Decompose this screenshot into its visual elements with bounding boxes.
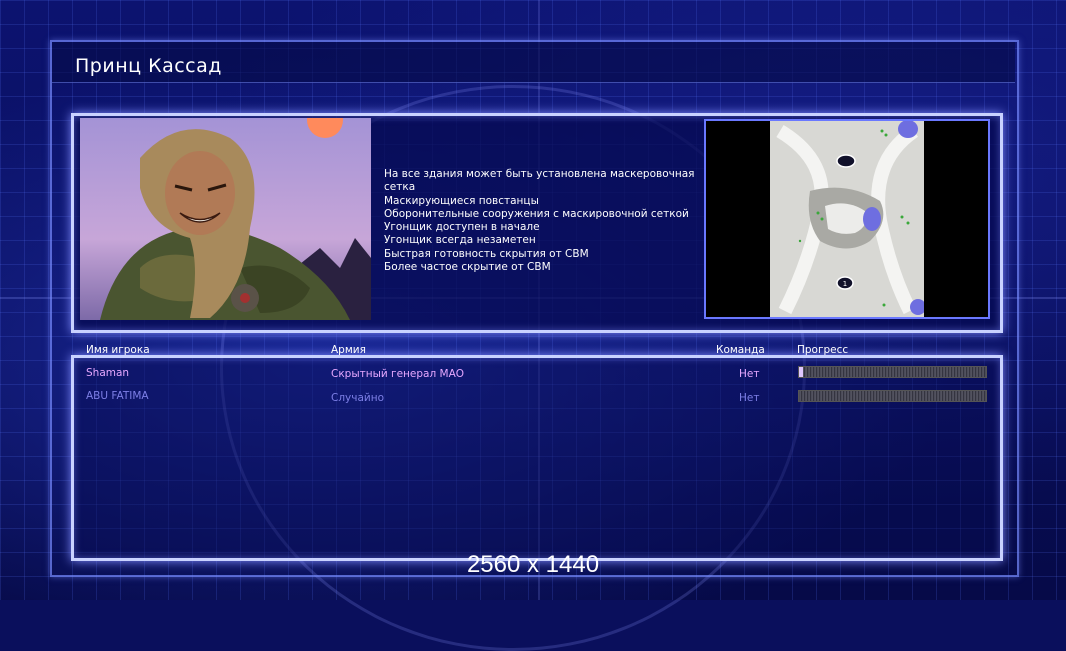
progress-bar-fill <box>799 367 803 377</box>
map-preview: 1 <box>704 119 990 319</box>
feature-line: Оборонительные сооружения с маскировочно… <box>384 207 689 220</box>
general-portrait <box>80 118 371 320</box>
general-features-list: На все здания может быть установлена мас… <box>384 168 699 274</box>
feature-line: На все здания может быть установлена мас… <box>384 168 695 180</box>
feature-line: Маскирующиеся повстанцы <box>384 194 539 207</box>
player-team: Нет <box>739 368 760 380</box>
progress-bar <box>798 390 987 402</box>
player-name: Shaman <box>86 367 130 379</box>
resolution-caption: 2560 x 1440 <box>466 551 600 578</box>
header-separator <box>76 356 994 357</box>
map-start-marker: 1 <box>836 276 854 290</box>
player-team: Нет <box>739 392 760 404</box>
players-panel <box>71 355 1003 561</box>
svg-text:1: 1 <box>843 280 847 288</box>
progress-bar <box>798 366 987 378</box>
feature-line: Угонщик всегда незаметен <box>384 234 536 247</box>
column-header-player: Имя игрока <box>86 344 150 356</box>
player-army: Случайно <box>331 392 385 404</box>
column-header-team: Команда <box>716 344 765 356</box>
page-title: Принц Кассад <box>75 55 222 77</box>
feature-line: сетка <box>384 181 416 194</box>
feature-line: Быстрая готовность скрытия от СВМ <box>384 247 589 260</box>
player-name: ABU FATIMA <box>86 390 149 402</box>
feature-line: Более частое скрытие от СВМ <box>384 261 551 274</box>
column-header-army: Армия <box>331 344 366 356</box>
player-army: Скрытный генерал МАО <box>331 368 465 380</box>
feature-line: Угонщик доступен в начале <box>384 221 540 234</box>
column-header-progress: Прогресс <box>797 344 849 356</box>
